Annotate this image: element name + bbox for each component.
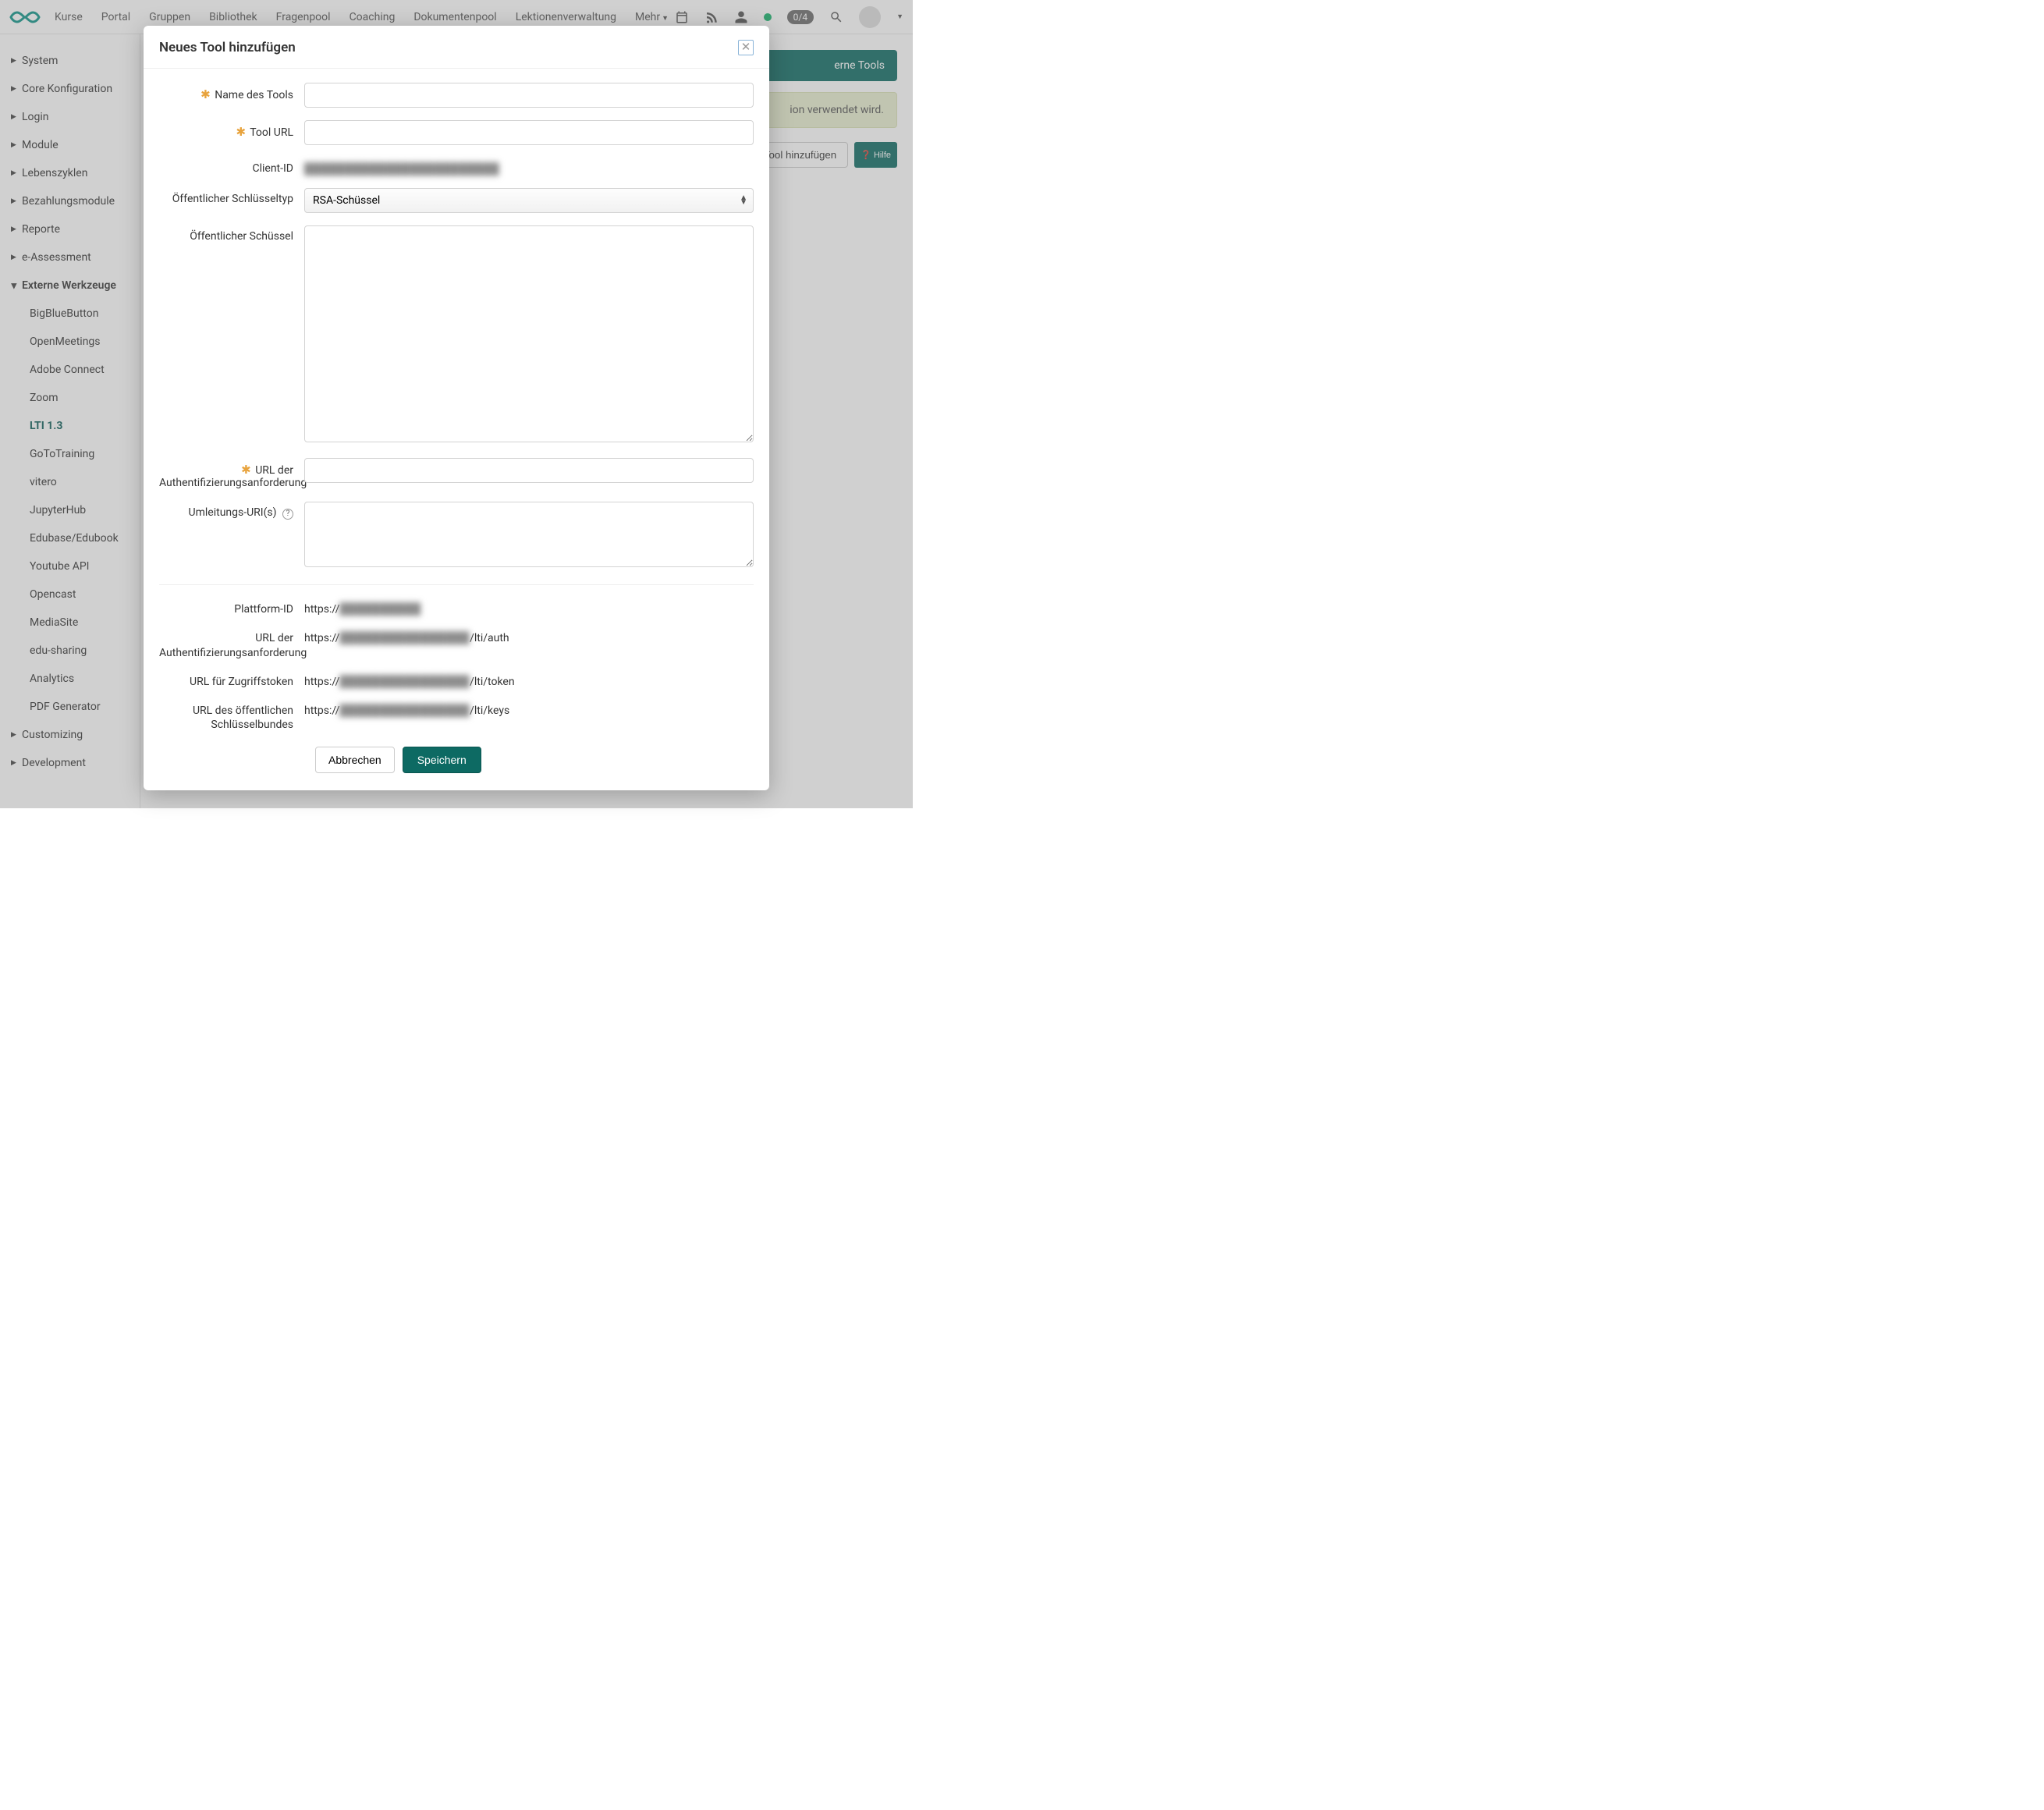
- platform-id-value: https://██████████: [304, 602, 754, 617]
- label-auth-url2: URL der Authentifizierungsanforderung: [159, 631, 304, 661]
- auth-url-input[interactable]: [304, 458, 754, 483]
- close-button[interactable]: ✕: [738, 40, 754, 55]
- divider: [159, 584, 754, 585]
- public-key-textarea[interactable]: [304, 225, 754, 442]
- cancel-button[interactable]: Abbrechen: [315, 747, 395, 773]
- keyset-url-value: https://████████████████/lti/keys: [304, 704, 754, 733]
- label-redirect: Umleitungs-URI(s) ?: [159, 502, 304, 570]
- tool-url-input[interactable]: [304, 120, 754, 145]
- label-tool-name: ✱ Name des Tools: [159, 83, 304, 108]
- label-keyset-url: URL des öffentlichen Schlüsselbundes: [159, 704, 304, 733]
- label-platform-id: Plattform-ID: [159, 602, 304, 617]
- label-client-id: Client-ID: [159, 158, 304, 176]
- save-button[interactable]: Speichern: [403, 747, 481, 773]
- label-token-url: URL für Zugriffstoken: [159, 675, 304, 690]
- tool-name-input[interactable]: [304, 83, 754, 108]
- key-type-select[interactable]: RSA-Schüssel: [304, 188, 754, 213]
- help-icon[interactable]: ?: [282, 509, 293, 520]
- token-url-value: https://████████████████/lti/token: [304, 675, 754, 690]
- client-id-value: ████████████████████████: [304, 162, 499, 176]
- new-tool-dialog: Neues Tool hinzufügen ✕ ✱ Name des Tools…: [144, 26, 769, 790]
- label-public-key: Öffentlicher Schüssel: [159, 225, 304, 445]
- label-key-type: Öffentlicher Schlüsseltyp: [159, 188, 304, 213]
- auth-url-value: https://████████████████/lti/auth: [304, 631, 754, 661]
- redirect-uri-textarea[interactable]: [304, 502, 754, 567]
- label-tool-url: ✱ Tool URL: [159, 120, 304, 145]
- label-auth-url: ✱ URL der Authentifizierungsanforderung: [159, 458, 304, 489]
- dialog-title: Neues Tool hinzufügen: [159, 40, 296, 55]
